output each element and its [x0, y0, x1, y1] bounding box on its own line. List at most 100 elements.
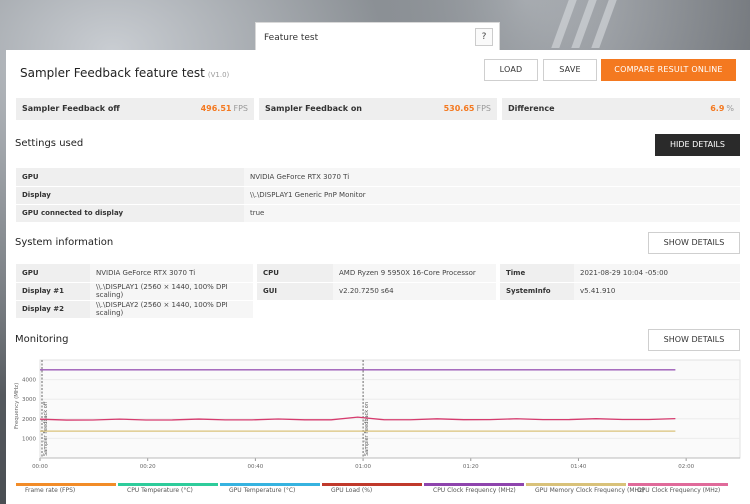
x-tick-label: 00:20 — [140, 464, 156, 470]
setting-key: Display — [16, 186, 244, 205]
save-button[interactable]: SAVE — [543, 59, 597, 81]
info-key: Display #1 — [16, 282, 90, 301]
table-row: Display #1 \\.\DISPLAY1 (2560 × 1440, 100… — [16, 282, 253, 301]
table-row: Time 2021-08-29 10:04 -05:00 — [500, 264, 740, 283]
setting-value: \\.\DISPLAY1 Generic PnP Monitor — [244, 186, 740, 205]
show-details-system-button[interactable]: SHOW DETAILS — [648, 232, 740, 254]
result-value: 496.51 FPS — [201, 104, 248, 113]
result-unit: FPS — [233, 104, 248, 113]
version-label: (V1.0) — [207, 71, 230, 79]
legend-item[interactable]: GPU Memory Clock Frequency (MHz) — [526, 480, 645, 496]
info-key: SystemInfo — [500, 282, 574, 301]
legend-swatch — [424, 483, 524, 486]
plot-area — [39, 359, 741, 459]
info-value: 2021-08-29 10:04 -05:00 — [574, 264, 740, 283]
system-info-col1: GPU NVIDIA GeForce RTX 3070 Ti Display #1… — [16, 264, 253, 319]
system-info-col3: Time 2021-08-29 10:04 -05:00 SystemInfo v5… — [500, 264, 740, 301]
tab-label: Feature test — [264, 33, 319, 43]
table-row: CPU AMD Ryzen 9 5950X 16-Core Processor — [257, 264, 496, 283]
legend-label: CPU Temperature (°C) — [127, 487, 193, 494]
compare-online-button[interactable]: COMPARE RESULT ONLINE — [601, 59, 736, 81]
page-title: Sampler Feedback feature test (V1.0) — [20, 66, 229, 80]
x-tick-label: 01:20 — [463, 464, 479, 470]
info-key: Time — [500, 264, 574, 283]
show-details-monitoring-button[interactable]: SHOW DETAILS — [648, 329, 740, 351]
legend-item[interactable]: GPU Load (%) — [322, 480, 422, 496]
hide-details-button[interactable]: HIDE DETAILS — [655, 134, 740, 156]
legend-label: GPU Load (%) — [331, 487, 373, 494]
info-key: Display #2 — [16, 300, 90, 319]
result-sampler-off: Sampler Feedback off 496.51 FPS — [16, 98, 254, 120]
legend-swatch — [118, 483, 218, 486]
test-name: Sampler Feedback feature test — [20, 66, 205, 80]
x-tick-label: 01:40 — [571, 464, 587, 470]
x-tick-label: 00:00 — [32, 464, 48, 470]
legend-swatch — [16, 483, 116, 486]
load-button[interactable]: LOAD — [484, 59, 538, 81]
info-key: CPU — [257, 264, 333, 283]
settings-table: GPU NVIDIA GeForce RTX 3070 Ti Display \… — [16, 168, 740, 223]
system-info-title: System information — [15, 237, 114, 248]
y-axis-label: Frequency (MHz) — [14, 383, 20, 429]
legend-swatch — [628, 483, 728, 486]
info-value: NVIDIA GeForce RTX 3070 Ti — [90, 264, 253, 283]
chart-legend: Frame rate (FPS) CPU Temperature (°C) GPU … — [6, 480, 750, 500]
legend-item[interactable]: GPU Temperature (°C) — [220, 480, 320, 496]
info-value: v2.20.7250 s64 — [333, 282, 496, 301]
feature-test-tab[interactable]: Feature test ? — [255, 22, 500, 52]
result-difference: Difference 6.9% — [502, 98, 740, 120]
table-row: GPU NVIDIA GeForce RTX 3070 Ti — [16, 168, 740, 187]
y-tick-label: 4000 — [22, 378, 36, 384]
results-panel: Sampler Feedback feature test (V1.0) LOAD… — [6, 50, 750, 504]
legend-label: CPU Clock Frequency (MHz) — [433, 487, 516, 494]
help-button[interactable]: ? — [475, 28, 493, 46]
y-tick-label: 1000 — [22, 436, 36, 442]
result-number: 496.51 — [200, 104, 232, 113]
result-unit: FPS — [476, 104, 491, 113]
result-label: Difference — [508, 104, 555, 113]
info-key: GUI — [257, 282, 333, 301]
info-value: \\.\DISPLAY2 (2560 × 1440, 100% DPI scal… — [90, 300, 253, 319]
x-tick-label: 00:40 — [247, 464, 263, 470]
info-value: AMD Ryzen 9 5950X 16-Core Processor — [333, 264, 496, 283]
table-row: Display #2 \\.\DISPLAY2 (2560 × 1440, 100… — [16, 300, 253, 319]
legend-swatch — [220, 483, 320, 486]
table-row: GPU connected to display true — [16, 204, 740, 223]
table-row: SystemInfo v5.41.910 — [500, 282, 740, 301]
result-sampler-on: Sampler Feedback on 530.65 FPS — [259, 98, 497, 120]
result-label: Sampler Feedback on — [265, 104, 363, 113]
x-tick-label: 02:00 — [678, 464, 694, 470]
info-key: GPU — [16, 264, 90, 283]
settings-title: Settings used — [15, 138, 84, 149]
result-label: Sampler Feedback off — [22, 104, 120, 113]
legend-item[interactable]: Frame rate (FPS) — [16, 480, 116, 496]
title-row: Sampler Feedback feature test (V1.0) LOAD… — [6, 50, 750, 92]
setting-value: NVIDIA GeForce RTX 3070 Ti — [244, 168, 740, 187]
setting-value: true — [244, 204, 740, 223]
legend-label: Frame rate (FPS) — [25, 487, 76, 494]
result-number: 6.9 — [710, 104, 725, 113]
y-tick-label: 3000 — [22, 397, 36, 403]
info-value: \\.\DISPLAY1 (2560 × 1440, 100% DPI scal… — [90, 282, 253, 301]
table-row: GPU NVIDIA GeForce RTX 3070 Ti — [16, 264, 253, 283]
setting-key: GPU connected to display — [16, 204, 244, 223]
table-row: GUI v2.20.7250 s64 — [257, 282, 496, 301]
legend-label: GPU Clock Frequency (MHz) — [637, 487, 721, 494]
legend-swatch — [526, 483, 626, 486]
marker-label: Sampler Feedback off — [43, 401, 49, 456]
legend-item[interactable]: CPU Temperature (°C) — [118, 480, 218, 496]
legend-item[interactable]: CPU Clock Frequency (MHz) — [424, 480, 524, 496]
setting-key: GPU — [16, 168, 244, 187]
info-value: v5.41.910 — [574, 282, 740, 301]
result-value: 530.65 FPS — [444, 104, 491, 113]
table-row: Display \\.\DISPLAY1 Generic PnP Monitor — [16, 186, 740, 205]
system-info-col2: CPU AMD Ryzen 9 5950X 16-Core Processor G… — [257, 264, 496, 301]
marker-label: Sampler Feedback on — [364, 402, 370, 456]
legend-item[interactable]: GPU Clock Frequency (MHz) — [628, 480, 728, 496]
legend-label: GPU Temperature (°C) — [229, 487, 296, 494]
y-tick-label: 2000 — [22, 417, 36, 423]
monitoring-chart: 1000 2000 3000 4000Frequency (MHz) 00:00 00:2… — [14, 359, 741, 470]
result-number: 530.65 — [443, 104, 475, 113]
monitoring-title: Monitoring — [15, 334, 69, 345]
x-tick-label: 01:00 — [355, 464, 371, 470]
